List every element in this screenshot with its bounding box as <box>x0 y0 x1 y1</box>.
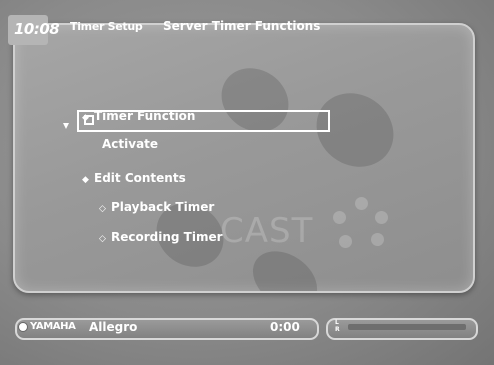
activate-label: Activate <box>102 137 159 151</box>
menu-item-playback-timer[interactable]: ◇ Playback Timer <box>99 200 214 214</box>
elapsed-time: 0:00 <box>270 320 300 334</box>
activate-checkbox[interactable] <box>84 115 94 125</box>
hollow-diamond-bullet-icon: ◇ <box>99 204 106 214</box>
activate-row-selection[interactable] <box>77 110 330 132</box>
menu-item-edit-contents[interactable]: ◆ Edit Contents <box>82 171 186 185</box>
page-title: Server Timer Functions <box>163 19 321 33</box>
hollow-diamond-bullet-icon: ◇ <box>99 234 106 244</box>
menu-item-label: Edit Contents <box>94 171 186 185</box>
clock-display: 10:08 <box>14 20 60 38</box>
level-meter <box>348 324 466 330</box>
channel-right-label: R <box>335 326 340 333</box>
menu-item-recording-timer[interactable]: ◇ Recording Timer <box>99 230 223 244</box>
tv-screen: CAST 10:08 Timer Setup Server Timer Func… <box>0 0 494 365</box>
background-watermark: CAST <box>220 211 314 251</box>
diamond-bullet-icon: ◆ <box>82 175 89 185</box>
main-panel: CAST <box>13 23 475 293</box>
menu-item-label: Recording Timer <box>111 230 223 244</box>
yamaha-logo-icon <box>18 322 28 332</box>
menu-item-label: Playback Timer <box>111 200 215 214</box>
breadcrumb-section: Timer Setup <box>70 20 143 33</box>
arrow-down-icon <box>63 123 69 129</box>
channel-labels: L R <box>335 319 340 333</box>
track-title: Allegro <box>89 320 138 334</box>
channel-left-label: L <box>335 319 339 326</box>
brand-label: YAMAHA <box>30 321 76 332</box>
watermark-dots-icon <box>333 197 393 257</box>
